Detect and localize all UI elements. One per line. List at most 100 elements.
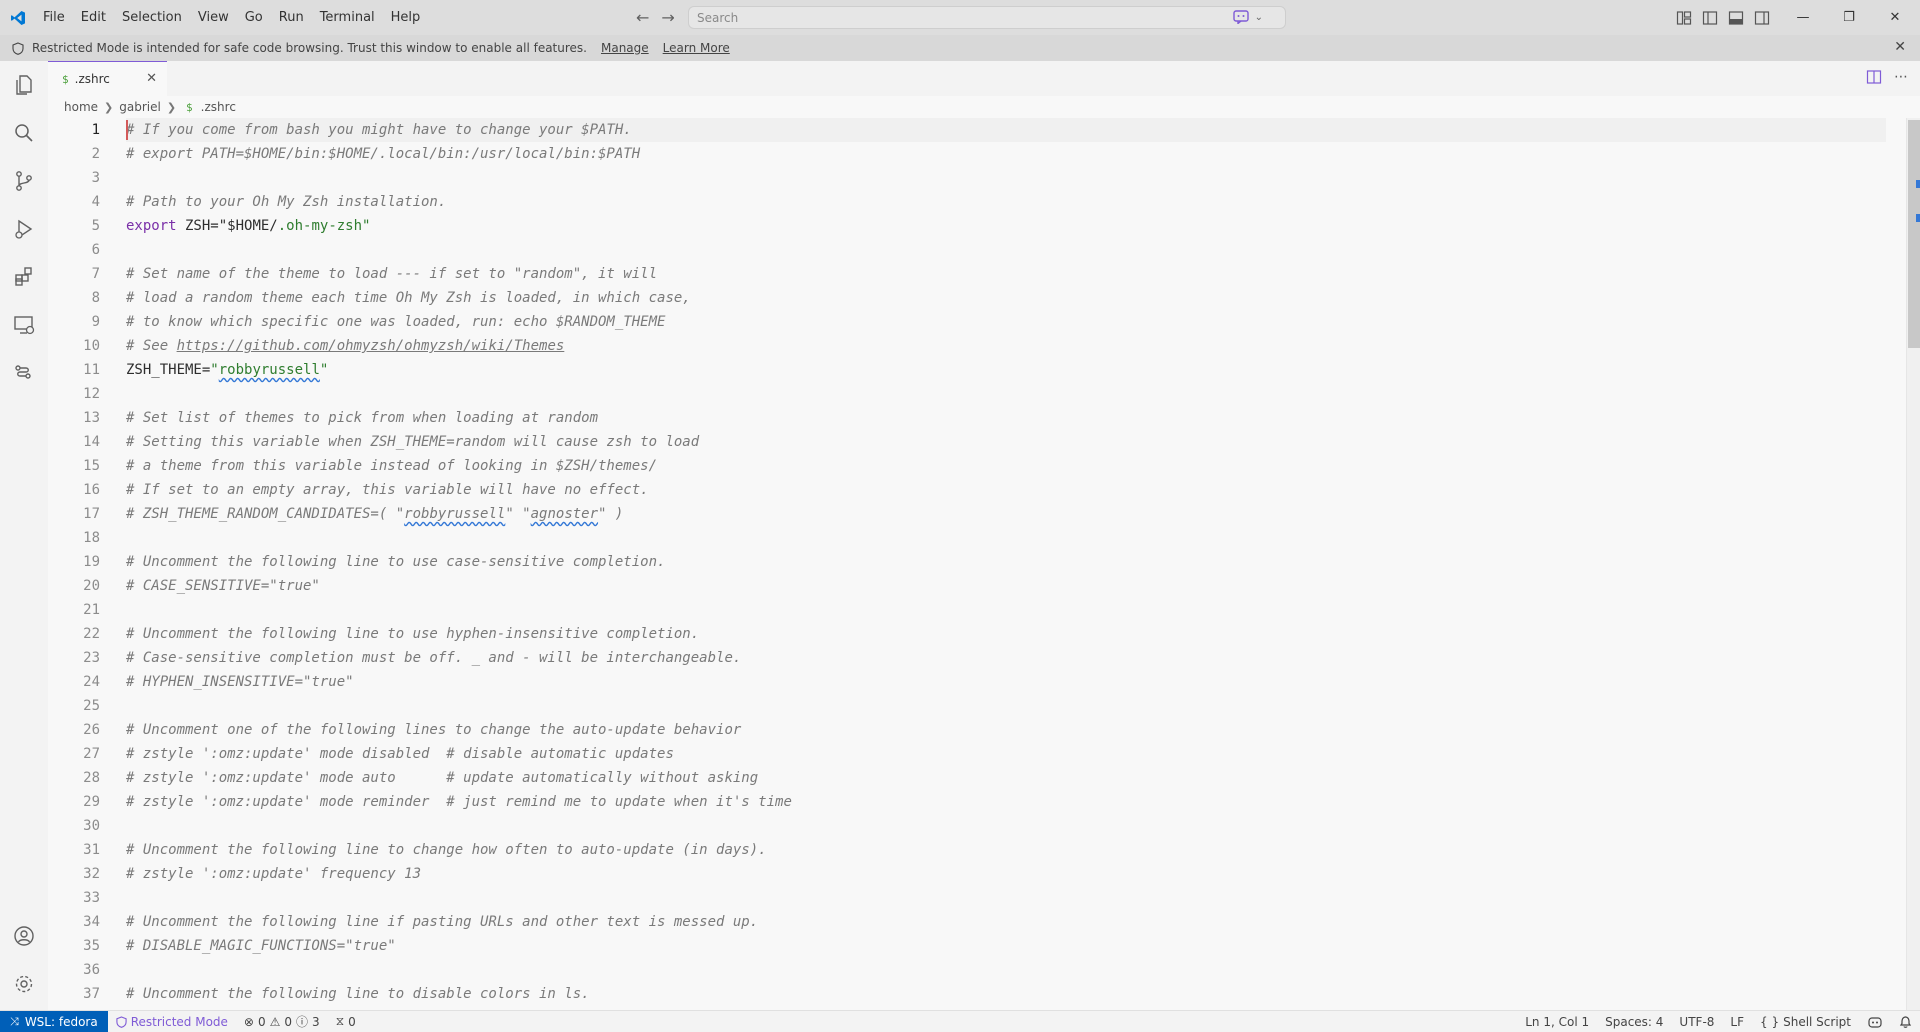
menu-help[interactable]: Help — [383, 0, 429, 35]
code-line[interactable]: ZSH_THEME="robbyrussell" — [126, 358, 1886, 382]
forward-arrow-icon[interactable]: → — [661, 8, 674, 27]
code-line[interactable]: # Uncomment the following line to change… — [126, 838, 1886, 862]
search-icon[interactable] — [12, 121, 36, 145]
restricted-mode-status[interactable]: Restricted Mode — [108, 1015, 236, 1029]
code-token: # Case-sensitive completion must be off.… — [126, 650, 742, 666]
code-line[interactable] — [126, 238, 1886, 262]
breadcrumb-file[interactable]: .zshrc — [201, 100, 236, 114]
code-token: " " — [505, 506, 531, 522]
code-line[interactable]: export ZSH="$HOME/.oh-my-zsh" — [126, 214, 1886, 238]
code-line[interactable] — [126, 166, 1886, 190]
code-line[interactable]: # HYPHEN_INSENSITIVE="true" — [126, 670, 1886, 694]
run-and-debug-icon[interactable] — [12, 217, 36, 241]
code-line[interactable]: # export PATH=$HOME/bin:$HOME/.local/bin… — [126, 142, 1886, 166]
code-line[interactable]: # CASE_SENSITIVE="true" — [126, 574, 1886, 598]
remote-label: WSL: fedora — [24, 1014, 98, 1029]
code-line[interactable]: # zstyle ':omz:update' mode reminder # j… — [126, 790, 1886, 814]
problems-status[interactable]: ⊗ 0 ⚠ 0 ⓘ 3 — [236, 1013, 328, 1030]
code-line[interactable]: # a theme from this variable instead of … — [126, 454, 1886, 478]
vertical-scrollbar[interactable] — [1906, 118, 1920, 1010]
menu-selection[interactable]: Selection — [114, 0, 190, 35]
code-line[interactable]: # load a random theme each time Oh My Zs… — [126, 286, 1886, 310]
toggle-primary-sidebar-icon[interactable] — [1702, 10, 1718, 26]
code-line[interactable]: # zstyle ':omz:update' frequency 13 — [126, 862, 1886, 886]
timeline-icon[interactable] — [12, 361, 36, 385]
code-line[interactable]: # Uncomment the following line if pastin… — [126, 910, 1886, 934]
remote-indicator[interactable]: ⤨ WSL: fedora — [0, 1010, 108, 1032]
learn-more-link[interactable]: Learn More — [663, 41, 730, 55]
code-line[interactable]: # zstyle ':omz:update' mode auto # updat… — [126, 766, 1886, 790]
minimize-button[interactable]: — — [1780, 0, 1826, 35]
extensions-icon[interactable] — [12, 265, 36, 289]
code-line[interactable]: # Uncomment the following line to use hy… — [126, 622, 1886, 646]
menu-edit[interactable]: Edit — [73, 0, 114, 35]
code-line[interactable]: # to know which specific one was loaded,… — [126, 310, 1886, 334]
menu-view[interactable]: View — [190, 0, 237, 35]
code-line[interactable]: # zstyle ':omz:update' mode disabled # d… — [126, 742, 1886, 766]
copilot-chat-button[interactable]: ⌄ — [1232, 10, 1263, 24]
more-actions-icon[interactable]: ⋯ — [1894, 69, 1908, 85]
code-line[interactable]: # Set name of the theme to load --- if s… — [126, 262, 1886, 286]
notifications[interactable] — [1891, 1015, 1920, 1029]
chevron-down-icon[interactable]: ⌄ — [1255, 12, 1263, 23]
breadcrumb-user[interactable]: gabriel — [119, 100, 161, 114]
code-line[interactable]: # Case-sensitive completion must be off.… — [126, 646, 1886, 670]
split-editor-icon[interactable] — [1866, 69, 1882, 85]
code-line[interactable]: # Path to your Oh My Zsh installation. — [126, 190, 1886, 214]
toggle-secondary-sidebar-icon[interactable] — [1754, 10, 1770, 26]
code-line[interactable] — [126, 382, 1886, 406]
end-of-line[interactable]: LF — [1722, 1015, 1752, 1029]
code-line[interactable] — [126, 526, 1886, 550]
menu-terminal[interactable]: Terminal — [312, 0, 383, 35]
tab-close-icon[interactable]: ✕ — [146, 71, 157, 86]
code-line[interactable]: # ZSH_THEME_RANDOM_CANDIDATES=( "robbyru… — [126, 502, 1886, 526]
code-editor[interactable]: 1 2 3 4 5 6 7 8 9 10 11 12 13 14 15 16 17 18 19 20 21 22 23 24 2… — [48, 118, 1920, 1010]
ports-status[interactable]: ⧖ 0 — [328, 1014, 364, 1029]
code-line[interactable]: # Setting this variable when ZSH_THEME=r… — [126, 430, 1886, 454]
code-line[interactable]: # Uncomment the following line to use ca… — [126, 550, 1886, 574]
indentation[interactable]: Spaces: 4 — [1597, 1015, 1671, 1029]
remote-explorer-icon[interactable] — [12, 313, 36, 337]
toggle-panel-icon[interactable] — [1728, 10, 1744, 26]
code-line[interactable] — [126, 958, 1886, 982]
tab-zshrc[interactable]: $ .zshrc ✕ — [48, 61, 167, 96]
explorer-icon[interactable] — [12, 73, 36, 97]
menu-run[interactable]: Run — [271, 0, 312, 35]
code-line[interactable] — [126, 814, 1886, 838]
code-line[interactable]: # Uncomment the following line to disabl… — [126, 982, 1886, 1006]
line-number: 32 — [83, 866, 100, 882]
close-icon: ✕ — [1889, 10, 1901, 25]
language-mode[interactable]: { } Shell Script — [1752, 1015, 1859, 1029]
command-center-search[interactable]: ⌄ — [688, 6, 1286, 29]
line-number: 3 — [91, 170, 100, 186]
menu-file[interactable]: File — [35, 0, 73, 35]
code-line[interactable]: # Set list of themes to pick from when l… — [126, 406, 1886, 430]
restore-button[interactable]: ❐ — [1826, 0, 1872, 35]
close-window-button[interactable]: ✕ — [1872, 0, 1918, 35]
code-line[interactable]: # If set to an empty array, this variabl… — [126, 478, 1886, 502]
settings-gear-icon[interactable] — [12, 972, 36, 996]
encoding[interactable]: UTF-8 — [1671, 1015, 1722, 1029]
code-line[interactable]: # Uncomment one of the following lines t… — [126, 718, 1886, 742]
code-line[interactable]: # See https://github.com/ohmyzsh/ohmyzsh… — [126, 334, 1886, 358]
code-area[interactable]: # If you come from bash you might have t… — [126, 118, 1886, 1010]
scrollbar-thumb[interactable] — [1908, 120, 1920, 348]
cursor-position[interactable]: Ln 1, Col 1 — [1517, 1015, 1597, 1029]
source-control-icon[interactable] — [12, 169, 36, 193]
breadcrumb-home[interactable]: home — [64, 100, 98, 114]
code-line[interactable]: # If you come from bash you might have t… — [126, 118, 1886, 142]
manage-link[interactable]: Manage — [601, 41, 649, 55]
back-arrow-icon[interactable]: ← — [636, 8, 649, 27]
code-line[interactable] — [126, 694, 1886, 718]
code-line[interactable] — [126, 886, 1886, 910]
code-line[interactable] — [126, 598, 1886, 622]
code-line[interactable]: # DISABLE_MAGIC_FUNCTIONS="true" — [126, 934, 1886, 958]
banner-close-icon[interactable]: ✕ — [1894, 39, 1906, 55]
menu-go[interactable]: Go — [237, 0, 271, 35]
error-count: 0 — [257, 1014, 266, 1029]
copilot-status[interactable] — [1859, 1015, 1891, 1029]
customize-layout-icon[interactable] — [1676, 10, 1692, 26]
search-input[interactable] — [697, 10, 1217, 25]
accounts-icon[interactable] — [12, 924, 36, 948]
line-number: 8 — [91, 290, 100, 306]
